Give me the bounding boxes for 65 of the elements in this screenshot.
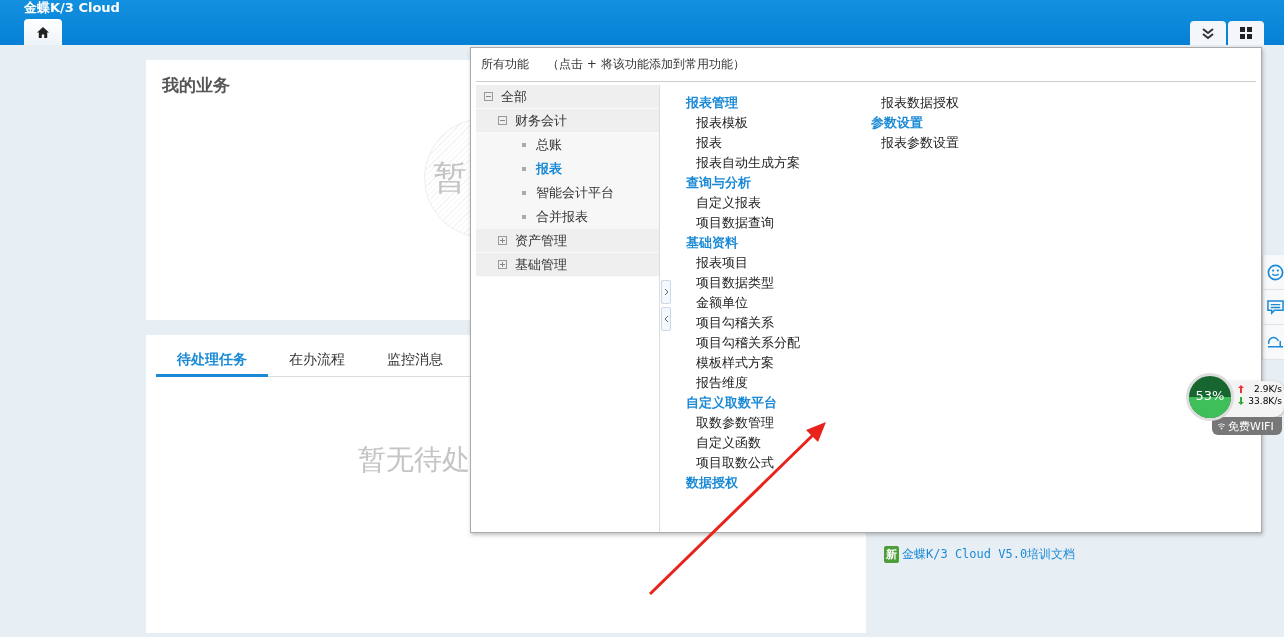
- tree-item[interactable]: 资产管理: [476, 229, 659, 253]
- function-link[interactable]: 报表自动生成方案: [686, 153, 871, 173]
- expand-icon[interactable]: [498, 236, 507, 245]
- function-link[interactable]: 自定义函数: [686, 433, 871, 453]
- home-icon: [37, 26, 49, 38]
- tree-item[interactable]: 总账: [476, 133, 659, 157]
- bullet-icon: [522, 167, 526, 171]
- function-link[interactable]: 报表参数设置: [871, 133, 1056, 153]
- down-arrow-icon: [1238, 397, 1244, 405]
- group-heading: 基础资料: [686, 234, 739, 252]
- function-link[interactable]: 报表模板: [686, 113, 871, 133]
- home-tab[interactable]: [24, 19, 62, 45]
- group-heading: 数据授权: [686, 474, 739, 492]
- group-heading: 自定义取数平台: [686, 394, 778, 412]
- tab[interactable]: 在办流程: [268, 349, 366, 377]
- up-arrow-icon: [1238, 385, 1244, 393]
- tree-item[interactable]: 基础管理: [476, 253, 659, 277]
- group-heading: 查询与分析: [686, 174, 752, 192]
- new-badge: 新: [884, 546, 899, 563]
- bullet-icon: [522, 191, 526, 195]
- wifi-label[interactable]: 免费WIFI: [1212, 417, 1282, 435]
- function-link[interactable]: 金额单位: [686, 293, 871, 313]
- function-link[interactable]: 模板样式方案: [686, 353, 871, 373]
- tree-item[interactable]: 报表: [476, 157, 659, 181]
- tree-item[interactable]: 合并报表: [476, 205, 659, 229]
- chevrons-down-icon: [1202, 27, 1214, 39]
- grid-button[interactable]: [1228, 21, 1264, 45]
- empty-text: 暂无待处: [358, 442, 470, 478]
- function-link[interactable]: 报表数据授权: [871, 93, 1056, 113]
- function-link[interactable]: 项目数据查询: [686, 213, 871, 233]
- function-link[interactable]: 自定义报表: [686, 193, 871, 213]
- expand-handle[interactable]: [661, 280, 671, 304]
- function-link[interactable]: 取数参数管理: [686, 413, 871, 433]
- card-title: 我的业务: [162, 74, 230, 97]
- collapse-button[interactable]: [1190, 21, 1226, 45]
- panel-hint: （点击 + 将该功能添加到常用功能）: [547, 56, 745, 73]
- smiley-icon: [1267, 263, 1284, 281]
- grid-icon: [1240, 27, 1252, 39]
- bullet-icon: [522, 143, 526, 147]
- download-speed: 33.8K/s: [1248, 396, 1282, 406]
- function-link[interactable]: 报表: [686, 133, 871, 153]
- tab[interactable]: 监控消息: [366, 349, 464, 377]
- bullet-icon: [522, 215, 526, 219]
- logo: 金蝶K/3 Cloud: [24, 0, 121, 16]
- function-link[interactable]: 报告维度: [686, 373, 871, 393]
- function-link[interactable]: 项目勾稽关系: [686, 313, 871, 333]
- group-heading: 参数设置: [871, 114, 924, 132]
- tree-item[interactable]: 智能会计平台: [476, 181, 659, 205]
- collapse-icon[interactable]: [498, 116, 507, 125]
- collapse-handle[interactable]: [661, 307, 671, 331]
- group-heading: 报表管理: [686, 94, 739, 112]
- message-icon: [1267, 298, 1284, 316]
- expand-icon[interactable]: [498, 260, 507, 269]
- usage-gauge: 53%: [1189, 376, 1231, 418]
- function-link[interactable]: 报表项目: [686, 253, 871, 273]
- function-link[interactable]: 项目数据类型: [686, 273, 871, 293]
- tree-item[interactable]: 全部: [476, 85, 659, 109]
- wifi-icon: [1217, 422, 1226, 430]
- collapse-icon[interactable]: [484, 92, 493, 101]
- panel-title: 所有功能: [481, 56, 529, 73]
- function-link[interactable]: 项目取数公式: [686, 453, 871, 473]
- function-link[interactable]: 项目勾稽关系分配: [686, 333, 871, 353]
- upload-speed: 2.9K/s: [1254, 384, 1282, 394]
- tree-item[interactable]: 财务会计: [476, 109, 659, 133]
- tab[interactable]: 待处理任务: [156, 349, 268, 377]
